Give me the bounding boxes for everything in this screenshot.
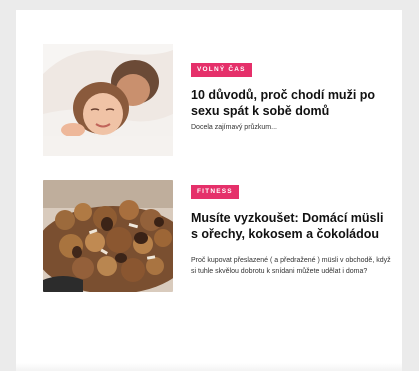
category-badge[interactable]: FITNESS xyxy=(191,185,239,199)
article-thumbnail-couple-photo[interactable] xyxy=(43,44,173,156)
article-excerpt: Proč kupovat přeslazené ( a předražené )… xyxy=(191,257,391,275)
category-badge[interactable]: VOLNÝ ČAS xyxy=(191,63,252,77)
article-body: FITNESS Musíte vyzkoušet: Domácí müsli s… xyxy=(191,180,393,292)
article-title[interactable]: Musíte vyzkoušet: Domácí müsli s ořechy,… xyxy=(191,210,393,242)
article-item[interactable]: FITNESS Musíte vyzkoušet: Domácí müsli s… xyxy=(43,180,393,292)
article-thumbnail-granola-photo[interactable] xyxy=(43,180,173,292)
article-body: VOLNÝ ČAS 10 důvodů, proč chodí muži po … xyxy=(191,44,393,156)
article-excerpt: Docela zajímavý průzkum... xyxy=(191,124,277,131)
card-bottom-fade xyxy=(16,363,402,371)
article-list-card: VOLNÝ ČAS 10 důvodů, proč chodí muži po … xyxy=(16,10,402,371)
article-item[interactable]: VOLNÝ ČAS 10 důvodů, proč chodí muži po … xyxy=(43,44,393,156)
article-title[interactable]: 10 důvodů, proč chodí muži po sexu spát … xyxy=(191,87,393,119)
